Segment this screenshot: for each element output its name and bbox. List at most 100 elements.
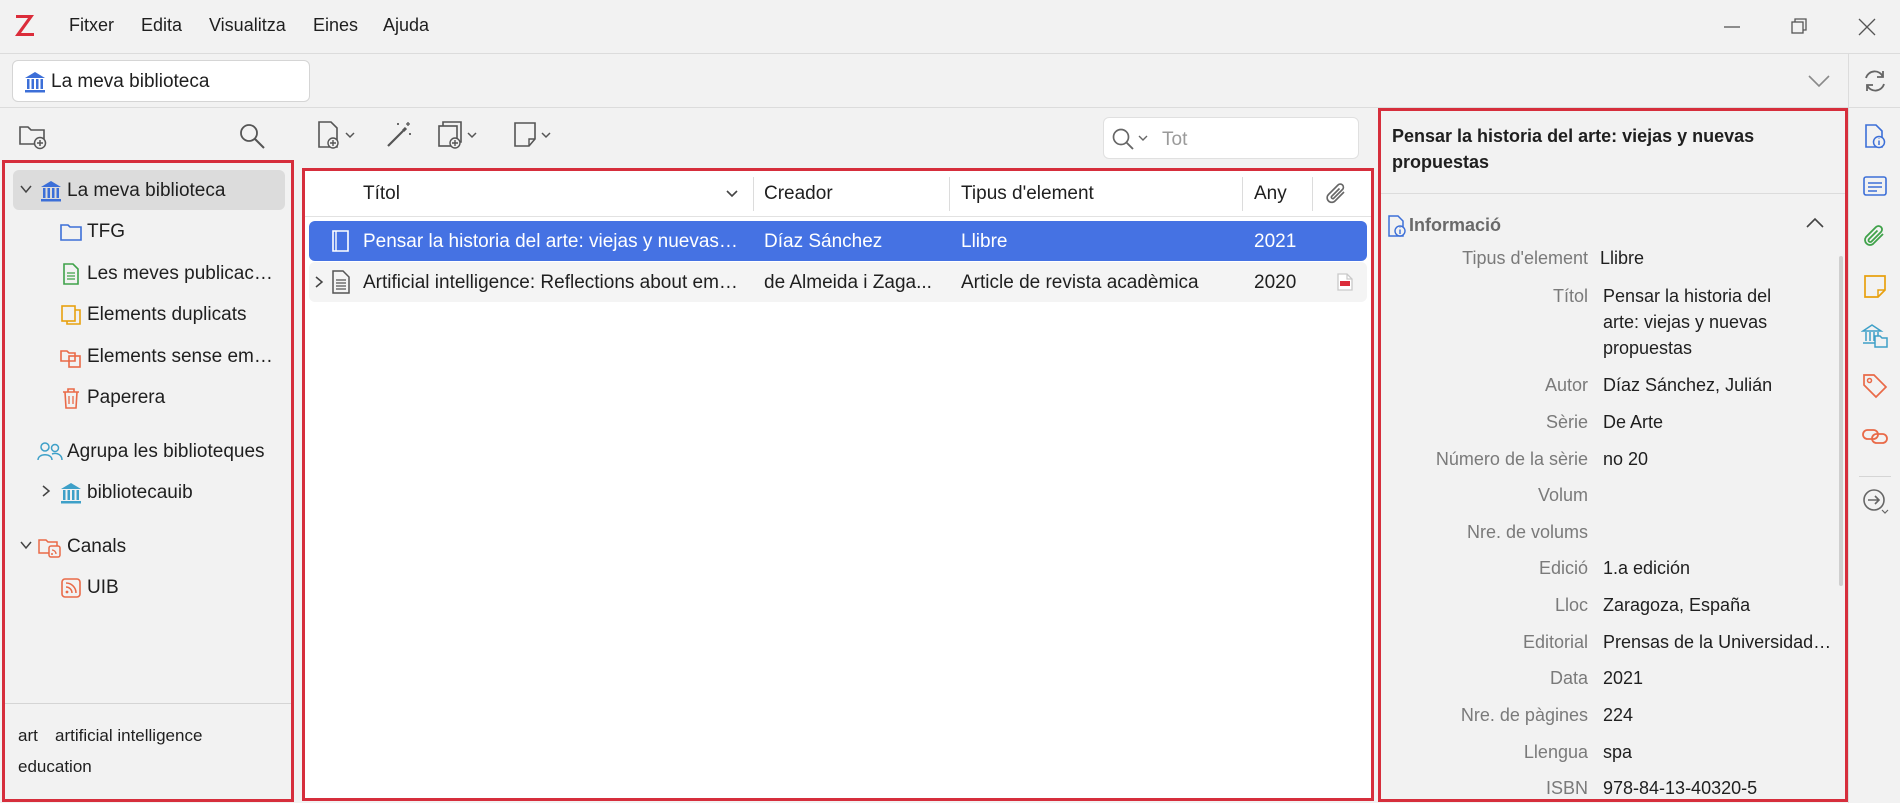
field-label: Lloc — [1554, 595, 1588, 615]
column-item-type[interactable]: Tipus d'element — [961, 183, 1094, 205]
group-libraries-header[interactable]: Agrupa les biblioteques — [13, 431, 285, 471]
field-value[interactable]: 224 — [1603, 702, 1833, 728]
tab-library[interactable]: La meva biblioteca — [12, 60, 310, 102]
tag-item[interactable]: education — [18, 757, 92, 777]
menu-eines[interactable]: Eines — [313, 15, 358, 36]
restore-icon[interactable] — [1786, 14, 1812, 40]
new-note-icon[interactable] — [512, 120, 556, 150]
collection-unfiled[interactable]: Elements sense emplenar — [13, 336, 285, 376]
field-label: Editorial — [1522, 632, 1588, 652]
document-icon — [59, 262, 83, 286]
field-value[interactable]: Zaragoza, España — [1603, 592, 1833, 618]
search-placeholder: Tot — [1162, 129, 1188, 150]
collection-label: UIB — [87, 577, 119, 598]
table-row[interactable]: Artificial intelligence: Reflections abo… — [309, 262, 1367, 302]
tag-item[interactable]: art — [18, 726, 38, 746]
item-year: 2021 — [1254, 231, 1297, 252]
item-type: Llibre — [961, 231, 1008, 252]
chevron-right-icon[interactable] — [313, 275, 325, 289]
scrollbar[interactable] — [1839, 256, 1843, 586]
attachment-icon[interactable] — [1324, 181, 1350, 207]
menu-visualitza[interactable]: Visualitza — [209, 15, 286, 36]
new-collection-icon[interactable] — [18, 122, 48, 150]
field-label: Llengua — [1523, 742, 1588, 762]
table-row[interactable]: Pensar la historia del arte: viejas y nu… — [309, 221, 1367, 261]
field-label: Data — [1549, 668, 1588, 688]
collection-label: Canals — [67, 536, 127, 557]
tab-divider — [1848, 54, 1849, 109]
menu-fitxer[interactable]: Fitxer — [69, 15, 114, 36]
tab-library-label: La meva biblioteca — [51, 71, 210, 92]
column-creator[interactable]: Creador — [764, 183, 833, 205]
field-value[interactable]: Prensas de la Universidad de Zaragoza — [1603, 629, 1833, 655]
chevron-right-icon[interactable] — [39, 484, 53, 498]
item-pane: Pensar la historia del arte: viejas y nu… — [1378, 108, 1848, 802]
trash-icon — [59, 386, 83, 410]
collection-duplicates[interactable]: Elements duplicats — [13, 294, 285, 334]
menu-edita[interactable]: Edita — [141, 15, 182, 36]
divider — [1859, 476, 1891, 477]
duplicate-icon — [59, 303, 83, 327]
libraries-collections-icon[interactable] — [1861, 322, 1889, 350]
attachments-icon[interactable] — [1861, 222, 1889, 250]
search-icon — [1110, 126, 1152, 152]
field-value[interactable]: 978-84-13-40320-5 — [1603, 775, 1833, 801]
item-title: Artificial intelligence: Reflections abo… — [363, 272, 739, 293]
zotero-logo-icon — [14, 12, 36, 38]
items-header: Títol Creador Tipus d'element Any — [305, 171, 1371, 217]
item-title: Pensar la historia del arte: viejas y nu… — [363, 231, 739, 252]
info-section-title: Informació — [1409, 215, 1502, 235]
locate-icon[interactable] — [1861, 486, 1889, 514]
item-pane-sidenav — [1848, 108, 1900, 803]
sort-chevron-icon[interactable] — [725, 187, 739, 201]
collection-trash[interactable]: Paperera — [13, 377, 285, 417]
field-value[interactable]: 1.a edición — [1603, 555, 1833, 581]
search-input[interactable]: Tot — [1103, 117, 1359, 159]
field-label: ISBN — [1545, 778, 1588, 798]
minimize-icon[interactable] — [1719, 14, 1745, 40]
related-icon[interactable] — [1861, 422, 1889, 450]
item-creator: de Almeida i Zaga... — [764, 272, 932, 293]
pdf-icon[interactable] — [1335, 272, 1355, 292]
field-value[interactable]: spa — [1603, 739, 1833, 765]
chevron-down-icon[interactable] — [19, 538, 33, 552]
collection-label: Paperera — [87, 387, 166, 408]
tag-icon[interactable] — [1861, 372, 1889, 400]
chevron-down-icon[interactable] — [1806, 68, 1832, 94]
field-value[interactable]: Díaz Sánchez, Julián — [1603, 372, 1833, 398]
group-bibliotecauib[interactable]: bibliotecauib — [13, 472, 285, 512]
sync-icon[interactable] — [1861, 67, 1889, 95]
item-year: 2020 — [1254, 272, 1297, 293]
magic-wand-icon[interactable] — [384, 120, 414, 150]
group-icon — [37, 440, 63, 464]
notes-icon[interactable] — [1861, 272, 1889, 300]
collection-label: La meva biblioteca — [67, 180, 226, 201]
field-value[interactable]: Pensar la historia del arte: viejas y nu… — [1603, 283, 1789, 361]
field-value[interactable]: 2021 — [1603, 665, 1833, 691]
tag-item[interactable]: artificial intelligence — [55, 726, 202, 746]
feed-uib[interactable]: UIB — [13, 567, 285, 607]
chevron-up-icon[interactable] — [1805, 215, 1825, 231]
search-icon[interactable] — [238, 122, 266, 150]
field-value[interactable]: no 20 — [1603, 446, 1833, 472]
collection-my-publications[interactable]: Les meves publicacions — [13, 253, 285, 293]
info-section-header[interactable]: Informació — [1381, 203, 1845, 243]
info-icon[interactable] — [1861, 122, 1889, 150]
collection-tfg[interactable]: TFG — [13, 211, 285, 251]
feeds-icon — [37, 535, 61, 559]
column-title[interactable]: Títol — [363, 183, 400, 205]
chevron-down-icon[interactable] — [19, 182, 33, 196]
collection-my-library[interactable]: La meva biblioteca — [13, 170, 285, 210]
collection-label: Elements sense emplenar — [87, 346, 277, 367]
field-value[interactable]: Llibre — [1600, 245, 1830, 271]
menu-ajuda[interactable]: Ajuda — [383, 15, 429, 36]
field-label: Edició — [1538, 558, 1588, 578]
abstract-icon[interactable] — [1861, 172, 1889, 200]
field-value[interactable]: De Arte — [1603, 409, 1833, 435]
feeds-header[interactable]: Canals — [13, 526, 285, 566]
column-year[interactable]: Any — [1254, 183, 1287, 205]
add-attachment-icon[interactable] — [436, 120, 480, 150]
divider — [1381, 193, 1845, 194]
new-item-icon[interactable] — [316, 120, 360, 150]
close-icon[interactable] — [1854, 14, 1880, 40]
